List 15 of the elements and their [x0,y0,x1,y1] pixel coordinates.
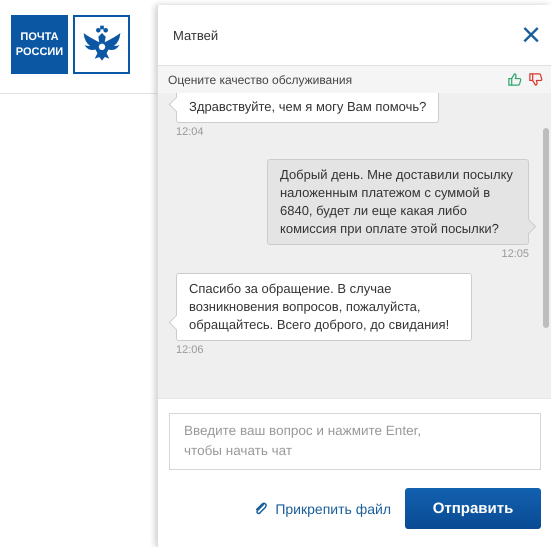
attach-file-link[interactable]: Прикрепить файл [253,500,391,516]
close-button[interactable]: × [519,20,543,50]
send-button[interactable]: Отправить [405,488,541,529]
message-time: 12:05 [501,248,529,261]
thumbs-up-icon[interactable] [507,72,522,87]
logo-wordmark: ПОЧТА РОССИИ [11,15,68,74]
operator-name: Матвей [173,28,218,42]
message-time: 12:04 [176,126,205,139]
message-time: 12:06 [176,344,205,357]
paperclip-icon [253,501,268,516]
rating-prompt: Оцените качество обслуживания [168,72,354,86]
scrollbar[interactable] [543,128,549,328]
thumbs-down-icon[interactable] [528,72,543,87]
eagle-emblem-icon [73,15,130,74]
message-input[interactable]: Введите ваш вопрос и нажмите Enter, чтобы начать чат [169,413,541,470]
